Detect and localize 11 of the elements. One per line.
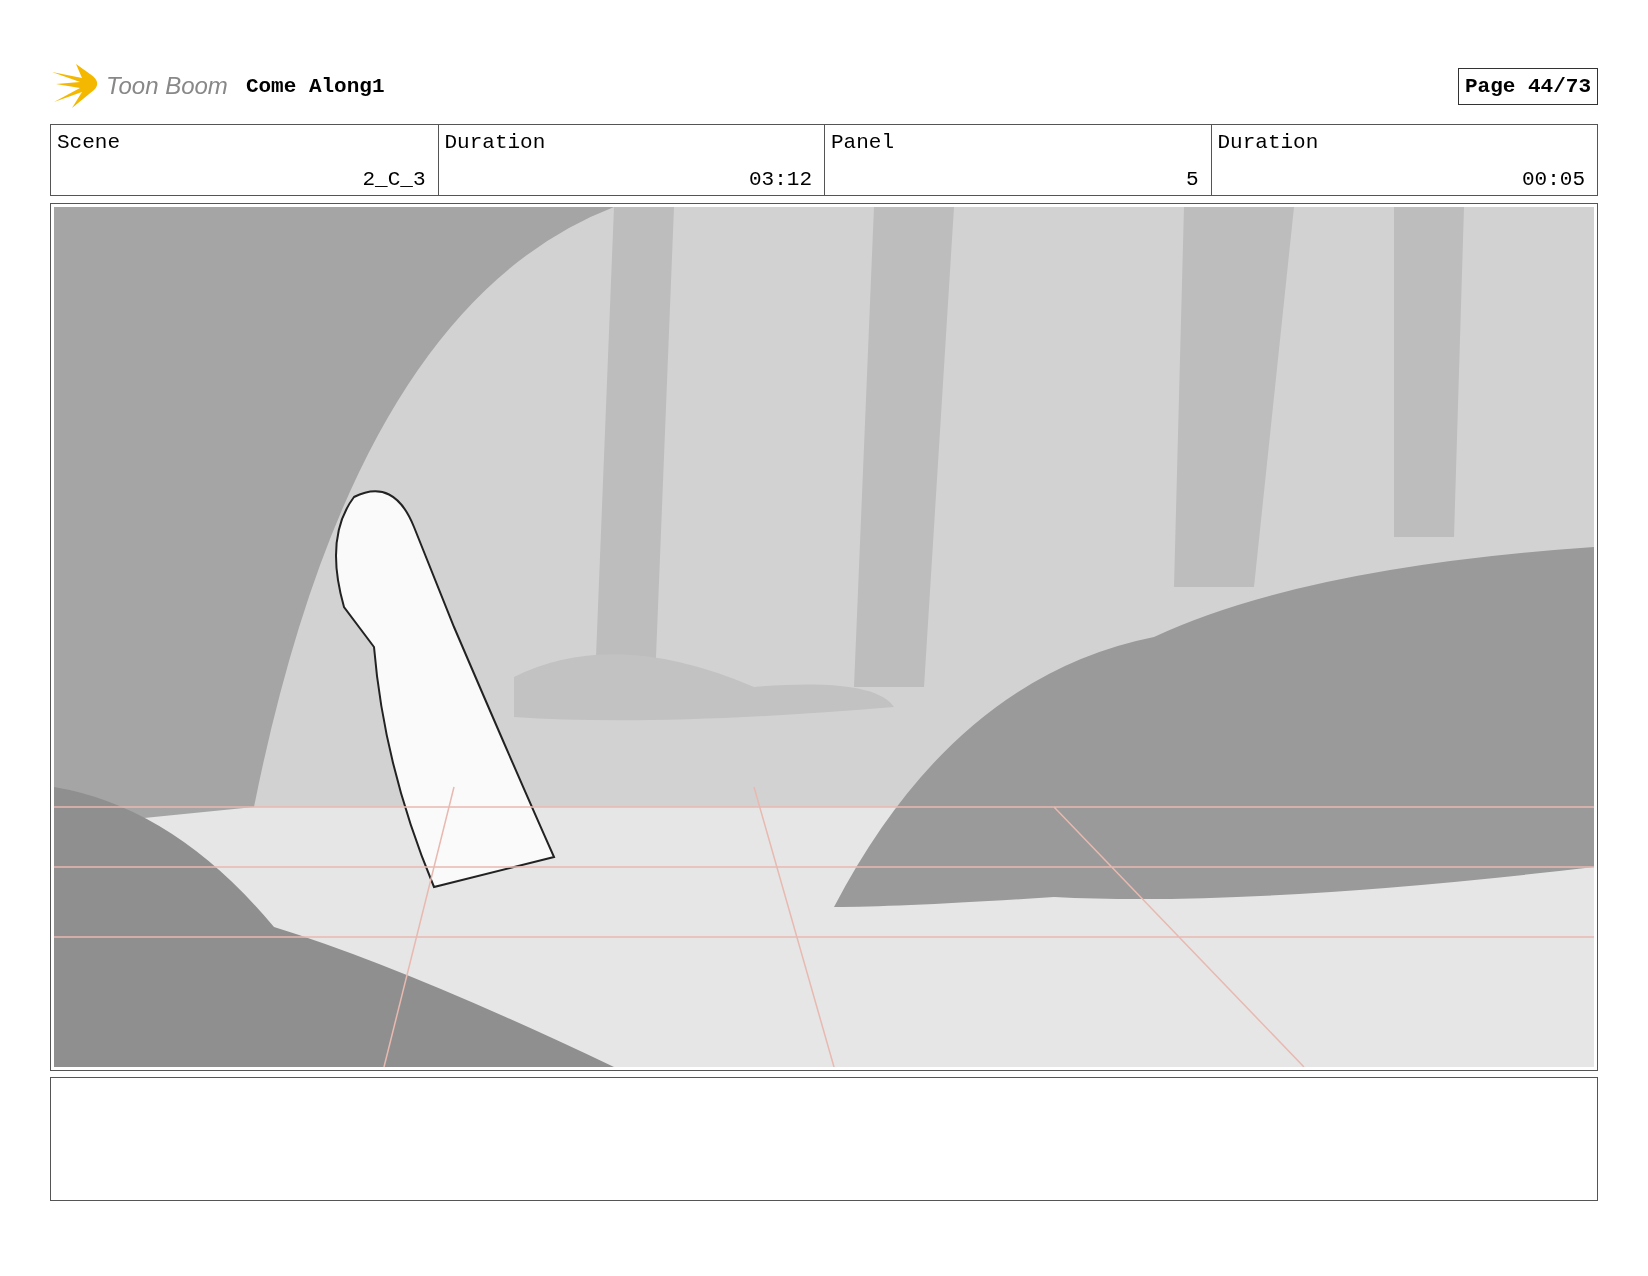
field-label: Duration <box>1217 131 1319 154</box>
field-label: Duration <box>444 131 546 154</box>
field-value: 2_C_3 <box>362 168 426 191</box>
brand-logo-text: Toon Boom <box>106 72 228 100</box>
project-title: Come Along1 <box>245 74 385 98</box>
field-label: Panel <box>831 131 894 154</box>
field-value: 5 <box>1185 168 1199 191</box>
field-label: Scene <box>57 131 120 154</box>
page-number: Page 44/73 <box>1457 67 1598 105</box>
field-value: 03:12 <box>749 168 812 191</box>
field-value: 00:05 <box>1522 168 1585 191</box>
